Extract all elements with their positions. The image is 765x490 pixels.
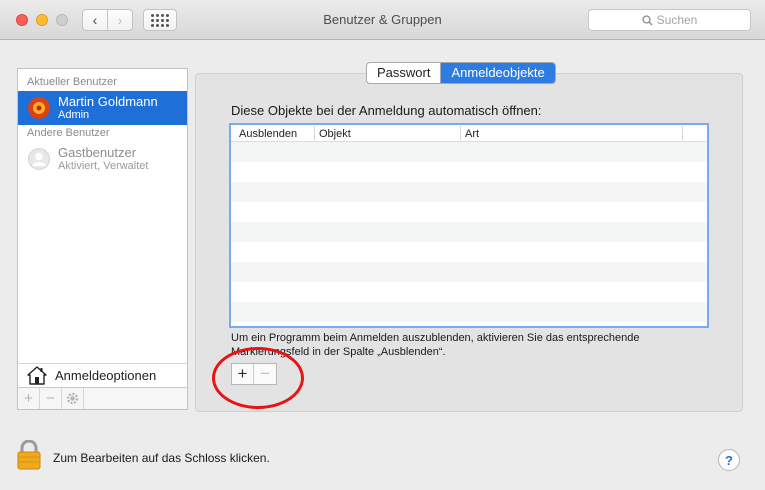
table-row (231, 242, 707, 262)
add-user-button[interactable]: + (18, 388, 40, 409)
sidebar-toolbar: + − (18, 387, 187, 409)
tab-login-items[interactable]: Anmeldeobjekte (440, 63, 555, 83)
action-menu-button[interactable] (62, 388, 84, 409)
table-row (231, 302, 707, 322)
remove-user-button[interactable]: − (40, 388, 62, 409)
tab-password[interactable]: Passwort (367, 63, 440, 83)
table-row (231, 202, 707, 222)
table-row (231, 182, 707, 202)
table-row (231, 282, 707, 302)
lock-icon[interactable] (17, 440, 41, 470)
login-items-description: Diese Objekte bei der Anmeldung automati… (231, 103, 542, 118)
annotation-circle (212, 347, 304, 409)
table-body (231, 142, 707, 322)
sidebar-user-martin-goldmann[interactable]: Martin Goldmann Admin (18, 91, 187, 125)
table-row (231, 222, 707, 242)
login-options-button[interactable]: Anmeldeoptionen (18, 363, 187, 387)
search-field[interactable]: Suchen (588, 9, 751, 31)
user-sidebar: Aktueller Benutzer Martin Goldmann Admin… (17, 68, 188, 410)
user-role: Aktiviert, Verwaltet (58, 160, 149, 172)
other-users-section-label: Andere Benutzer (27, 127, 110, 139)
user-name: Martin Goldmann (58, 94, 158, 109)
sidebar-user-guest[interactable]: Gastbenutzer Aktiviert, Verwaltet (18, 142, 187, 176)
search-icon (641, 14, 653, 25)
user-name: Gastbenutzer (58, 145, 137, 160)
current-user-section-label: Aktueller Benutzer (27, 76, 117, 88)
login-items-table[interactable]: Ausblenden Objekt Art (229, 123, 709, 328)
house-icon (27, 366, 47, 385)
table-row (231, 162, 707, 182)
avatar (28, 97, 50, 119)
gear-icon (66, 392, 79, 405)
table-row (231, 262, 707, 282)
tab-bar: Passwort Anmeldeobjekte (366, 62, 556, 84)
table-header: Ausblenden Objekt Art (231, 125, 707, 142)
title-bar: ‹ › Benutzer & Gruppen Suchen (0, 0, 765, 40)
guest-avatar-icon (28, 148, 50, 170)
user-role: Admin (58, 109, 90, 121)
lock-instruction-text: Zum Bearbeiten auf das Schloss klicken. (53, 451, 270, 465)
hide-hint-text: Um ein Programm beim Anmelden auszublend… (231, 332, 640, 358)
table-row (231, 142, 707, 162)
column-header-item[interactable]: Objekt (315, 126, 461, 140)
column-header-hide[interactable]: Ausblenden (231, 126, 315, 140)
help-button[interactable]: ? (718, 449, 740, 471)
search-placeholder: Suchen (656, 13, 698, 27)
column-header-kind[interactable]: Art (461, 126, 683, 140)
login-options-label: Anmeldeoptionen (55, 368, 157, 383)
